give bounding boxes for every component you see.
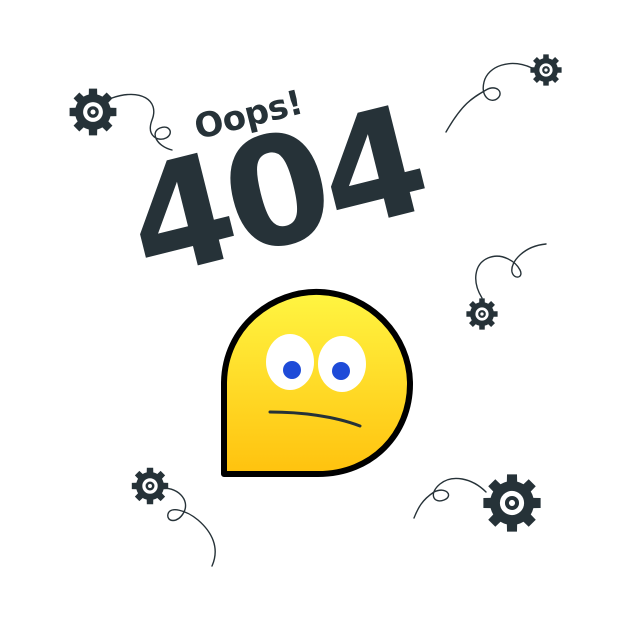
gear-hole [148, 484, 152, 488]
face-body [221, 288, 413, 477]
wire-bottom-right [413, 477, 487, 519]
gear-hole [508, 499, 516, 507]
gear-icon-bottom-right [483, 474, 541, 532]
confused-face-icon [221, 288, 413, 477]
wire-top-right [445, 62, 533, 133]
gear-hole [544, 68, 548, 72]
gear-hole [480, 312, 484, 316]
left-pupil [283, 361, 301, 379]
gear-hole [90, 109, 96, 115]
gear-icon-bottom-left [131, 467, 169, 505]
right-pupil [332, 362, 350, 380]
gear-icon-top-left [69, 88, 117, 136]
gear-icon-top-right [530, 54, 562, 86]
wire-bottom-left [157, 487, 216, 567]
illustration-canvas [69, 54, 562, 567]
gear-icon-middle-right [466, 298, 498, 330]
error-404-illustration: Oops! 404 [0, 0, 630, 630]
wire-top-left [111, 93, 173, 151]
wire-middle-right [475, 243, 547, 299]
